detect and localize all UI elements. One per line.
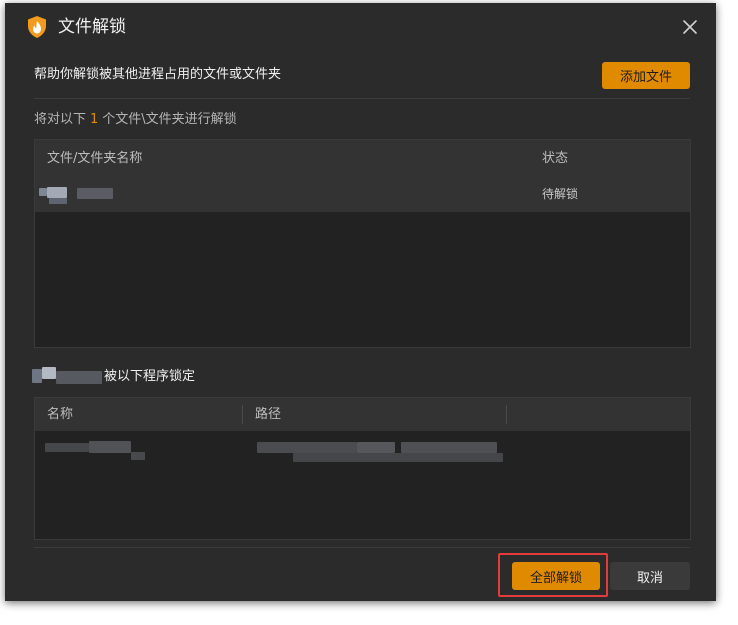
redacted-process-path [357, 442, 395, 453]
column-header-process-name[interactable]: 名称 [47, 398, 73, 431]
redacted-process-path [293, 453, 503, 462]
file-status-cell: 待解锁 [542, 187, 579, 201]
file-count: 1 [90, 112, 99, 127]
redacted-file-icon [42, 367, 56, 379]
files-table-header: 文件/文件夹名称 状态 [35, 140, 690, 177]
cancel-button[interactable]: 取消 [610, 562, 690, 590]
process-name-cell [43, 434, 233, 469]
column-header-name[interactable]: 文件/文件夹名称 [47, 140, 142, 177]
header-divider [34, 98, 690, 99]
redacted-process-name [45, 443, 89, 452]
close-icon[interactable] [680, 17, 700, 37]
redacted-file-icon [47, 187, 67, 198]
redacted-file-icon [49, 198, 67, 204]
locked-by-label: 被以下程序锁定 [104, 369, 196, 384]
dialog-description: 帮助你解锁被其他进程占用的文件或文件夹 [34, 67, 282, 82]
file-name-cell [39, 177, 219, 212]
column-separator[interactable] [242, 405, 243, 424]
table-row[interactable]: 待解锁 [35, 177, 690, 212]
redacted-file-name [77, 188, 113, 199]
title-bar[interactable]: 文件解锁 [5, 3, 716, 51]
process-path-cell [255, 434, 505, 469]
process-table: 名称 路径 [34, 397, 691, 540]
add-file-button[interactable]: 添加文件 [602, 62, 690, 89]
redacted-process-name [131, 452, 145, 460]
redacted-process-path [257, 442, 357, 453]
redacted-process-path [401, 442, 497, 453]
redacted-file-icon [39, 188, 47, 196]
redacted-file-name [56, 371, 102, 384]
footer-divider [34, 547, 690, 548]
table-row[interactable] [35, 434, 690, 468]
shield-flame-icon [27, 16, 47, 38]
summary-suffix: 个文件\文件夹进行解锁 [102, 112, 237, 127]
summary-prefix: 将对以下 [34, 112, 87, 127]
column-header-path[interactable]: 路径 [255, 398, 281, 431]
dialog-title: 文件解锁 [58, 17, 126, 37]
unlock-summary: 将对以下 1 个文件\文件夹进行解锁 [34, 111, 237, 129]
process-table-header: 名称 路径 [35, 398, 690, 431]
column-separator[interactable] [506, 405, 507, 424]
files-table: 文件/文件夹名称 状态 待解锁 [34, 139, 691, 348]
redacted-process-name [89, 441, 131, 453]
column-header-status[interactable]: 状态 [542, 140, 568, 177]
unlock-all-button[interactable]: 全部解锁 [512, 562, 600, 590]
file-unlock-dialog: 文件解锁 帮助你解锁被其他进程占用的文件或文件夹 添加文件 将对以下 1 个文件\文… [5, 3, 716, 601]
redacted-file-icon [32, 369, 42, 383]
